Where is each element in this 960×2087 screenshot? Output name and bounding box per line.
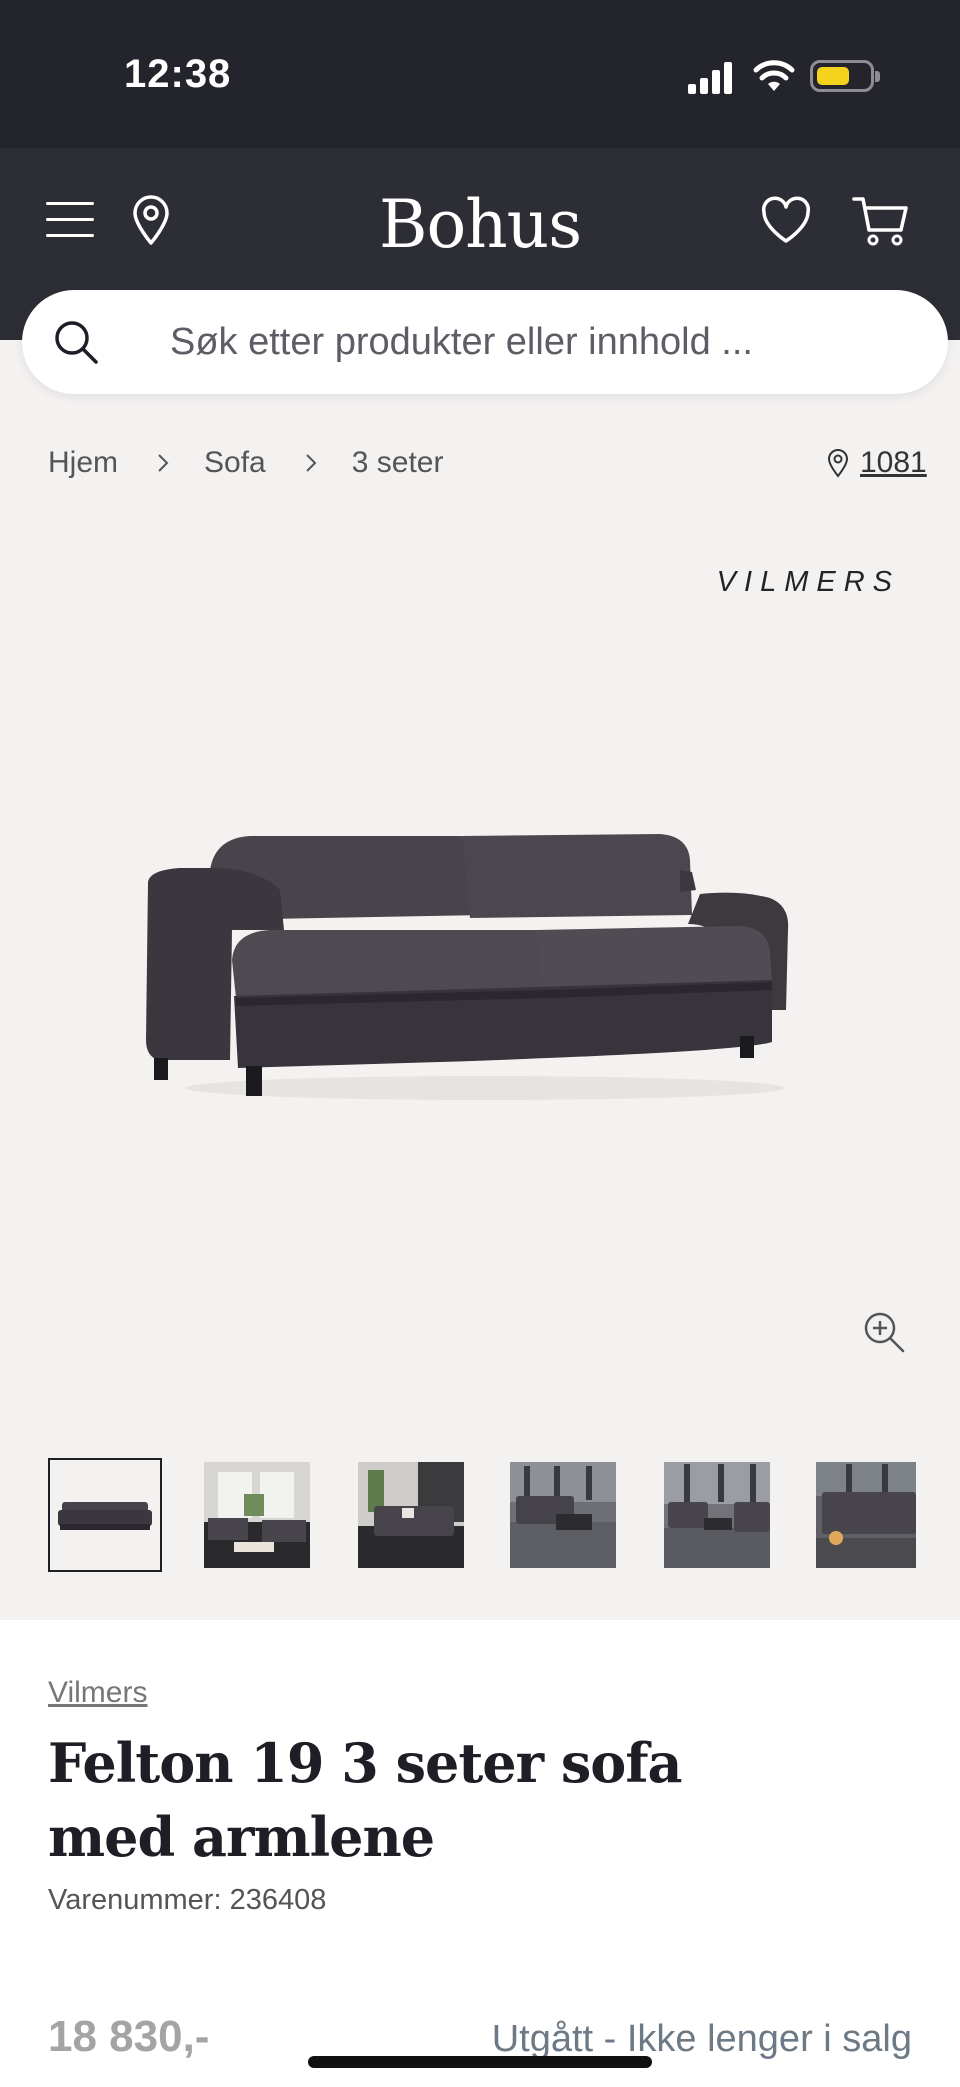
search-bar[interactable]: [22, 290, 948, 394]
search-icon: [55, 321, 98, 364]
sku-number: Varenummer: 236408: [48, 1884, 327, 1916]
home-indicator[interactable]: [308, 2056, 652, 2068]
breadcrumb-home[interactable]: Hjem: [48, 446, 118, 480]
availability-status: Utgått - Ikke lenger i salg: [491, 2018, 912, 2060]
battery-icon: [810, 60, 880, 92]
product-image-sofa[interactable]: [140, 820, 830, 1120]
wishlist-heart-icon[interactable]: [760, 196, 812, 246]
zoom-icon[interactable]: [862, 1310, 906, 1354]
selected-store-link[interactable]: 1081: [826, 446, 927, 480]
location-pin-icon: [827, 449, 849, 478]
chevron-right-icon: [158, 454, 169, 472]
brand-link[interactable]: Vilmers: [48, 1676, 147, 1710]
breadcrumb-sofa[interactable]: Sofa: [204, 446, 266, 480]
store-number[interactable]: 1081: [860, 446, 927, 480]
thumbnail-strip: [48, 1458, 960, 1572]
chevron-right-icon: [306, 454, 317, 472]
wifi-icon: [753, 60, 795, 91]
thumbnail-1[interactable]: [48, 1458, 162, 1572]
breadcrumb-3-seter[interactable]: 3 seter: [352, 446, 444, 480]
thumbnail-2[interactable]: [204, 1462, 310, 1568]
thumbnail-3[interactable]: [358, 1462, 464, 1568]
status-bar: 12:38: [0, 0, 960, 148]
thumbnail-5[interactable]: [664, 1462, 770, 1568]
thumbnail-6[interactable]: [816, 1462, 916, 1568]
product-title: Felton 19 3 seter sofa med armlene: [48, 1731, 683, 1869]
bohus-logo[interactable]: Bohus: [0, 186, 960, 263]
search-input[interactable]: [170, 316, 910, 368]
thumbnail-4[interactable]: [510, 1462, 616, 1568]
status-time: 12:38: [124, 52, 232, 96]
product-price: 18 830,-: [48, 2012, 210, 2061]
shopping-cart-icon[interactable]: [852, 194, 910, 248]
breadcrumb: Hjem Sofa 3 seter: [48, 446, 443, 480]
product-info: Vilmers Felton 19 3 seter sofa med armle…: [0, 1620, 960, 2087]
cellular-signal-icon: [688, 62, 734, 94]
brand-logo: VILMERS: [716, 566, 900, 598]
